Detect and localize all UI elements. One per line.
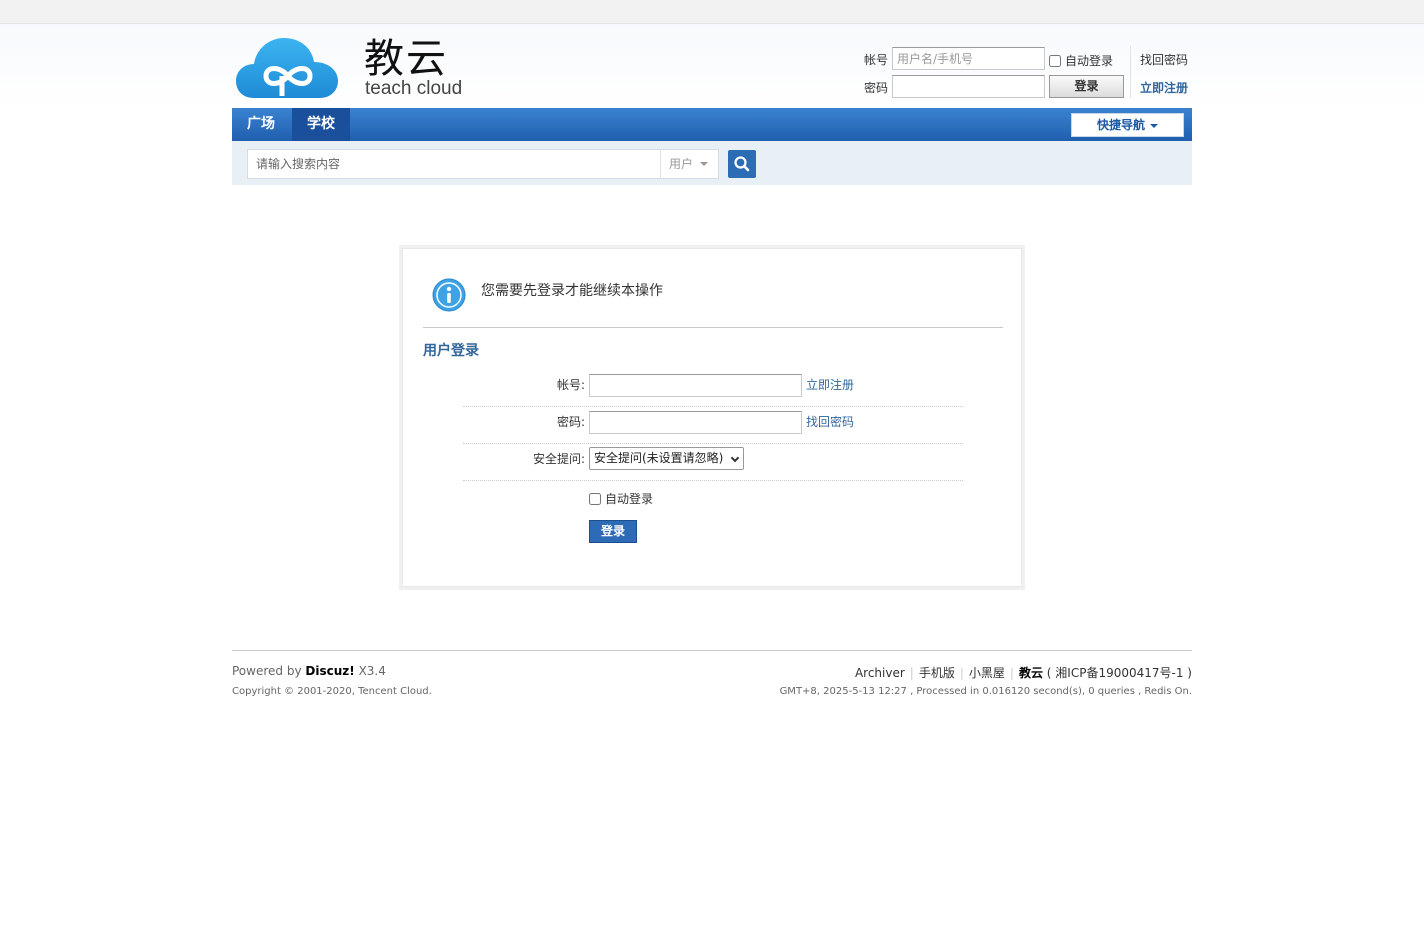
- login-required-message: 您需要先登录才能继续本操作: [481, 283, 663, 299]
- password-field-label: 密码:: [556, 415, 585, 429]
- top-strip: [0, 0, 1424, 24]
- forgot-password-link[interactable]: 找回密码: [806, 407, 854, 437]
- account-input[interactable]: [892, 47, 1045, 70]
- footer-stats: GMT+8, 2025-5-13 12:27 , Processed in 0.…: [779, 686, 1192, 697]
- password-row: 密码: 找回密码: [463, 407, 963, 444]
- logo-title: 教云: [364, 36, 448, 82]
- account-field-label: 帐号:: [556, 378, 585, 392]
- footer-divider: [232, 650, 1192, 651]
- auto-login-label: 自动登录: [605, 492, 654, 506]
- security-question-select[interactable]: 安全提问(未设置请忽略): [589, 447, 744, 470]
- chevron-down-icon: [730, 453, 740, 463]
- security-question-row: 安全提问: 安全提问(未设置请忽略): [463, 444, 963, 481]
- blackroom-link[interactable]: 小黑屋: [969, 666, 1005, 680]
- security-question-label: 安全提问:: [532, 452, 585, 466]
- powered-name[interactable]: Discuz!: [305, 664, 354, 678]
- auto-login-check[interactable]: [1049, 54, 1061, 67]
- cloud-logo-icon: [236, 38, 338, 98]
- submit-login-button[interactable]: 登录: [589, 520, 637, 543]
- icp-link[interactable]: ( 湘ICP备19000417号-1 ): [1047, 666, 1192, 680]
- chevron-down-icon: [1150, 123, 1158, 128]
- login-form-title: 用户登录: [423, 343, 479, 359]
- search-input[interactable]: [248, 150, 660, 178]
- site-name-link[interactable]: 教云: [1019, 666, 1043, 680]
- powered-version: X3.4: [358, 664, 386, 678]
- site-logo[interactable]: 教云 teach cloud: [232, 34, 472, 104]
- password-field[interactable]: [589, 411, 802, 434]
- search-icon: [734, 156, 750, 172]
- security-question-value: 安全提问(未设置请忽略): [594, 451, 724, 465]
- quick-nav-label: 快捷导航: [1096, 118, 1145, 132]
- password-input[interactable]: [892, 75, 1045, 98]
- account-label: 帐号: [864, 53, 889, 67]
- search-button[interactable]: [728, 150, 756, 178]
- archiver-link[interactable]: Archiver: [855, 666, 905, 680]
- info-icon: [432, 278, 466, 312]
- dropdown-arrow-icon: [700, 162, 708, 166]
- auto-login-checkbox[interactable]: [589, 492, 601, 505]
- mobile-link[interactable]: 手机版: [919, 666, 955, 680]
- register-link[interactable]: 立即注册: [1140, 79, 1188, 96]
- copyright: Copyright © 2001-2020, Tencent Cloud.: [232, 686, 432, 697]
- nav-item-school[interactable]: 学校: [292, 108, 350, 141]
- register-link[interactable]: 立即注册: [806, 370, 854, 400]
- powered-prefix: Powered by: [232, 664, 302, 678]
- logo-subtitle: teach cloud: [365, 78, 463, 99]
- search-type-select[interactable]: 用户: [660, 150, 718, 178]
- footer-links: Archiver | 手机版 | 小黑屋 | 教云 ( 湘ICP备19000417号-1 ): [854, 666, 1192, 680]
- divider: [1130, 46, 1131, 98]
- header-background: [0, 24, 1424, 108]
- login-required-dialog: 您需要先登录才能继续本操作 用户登录 帐号: 立即注册 密码: 找回密码 安全提…: [399, 245, 1025, 590]
- dialog-inner: 您需要先登录才能继续本操作 用户登录 帐号: 立即注册 密码: 找回密码 安全提…: [402, 248, 1022, 587]
- forgot-password-link[interactable]: 找回密码: [1140, 51, 1188, 68]
- password-label: 密码: [864, 81, 889, 95]
- account-field[interactable]: [589, 374, 802, 397]
- main-nav: 广场 学校 快捷导航: [232, 108, 1192, 141]
- search-type-label: 用户: [669, 157, 694, 171]
- auto-login-label: 自动登录: [1065, 54, 1114, 68]
- login-button[interactable]: 登录: [1049, 75, 1124, 98]
- powered-by: Powered by Discuz! X3.4: [232, 664, 386, 678]
- auto-login-option[interactable]: 自动登录: [589, 490, 653, 507]
- account-row: 帐号: 立即注册: [463, 370, 963, 407]
- nav-item-square[interactable]: 广场: [232, 108, 290, 141]
- divider: [423, 327, 1003, 328]
- search-box: 用户: [247, 149, 719, 179]
- search-bar: 用户: [232, 141, 1192, 185]
- quick-nav-button[interactable]: 快捷导航: [1071, 113, 1184, 137]
- auto-login-checkbox[interactable]: 自动登录: [1049, 52, 1113, 69]
